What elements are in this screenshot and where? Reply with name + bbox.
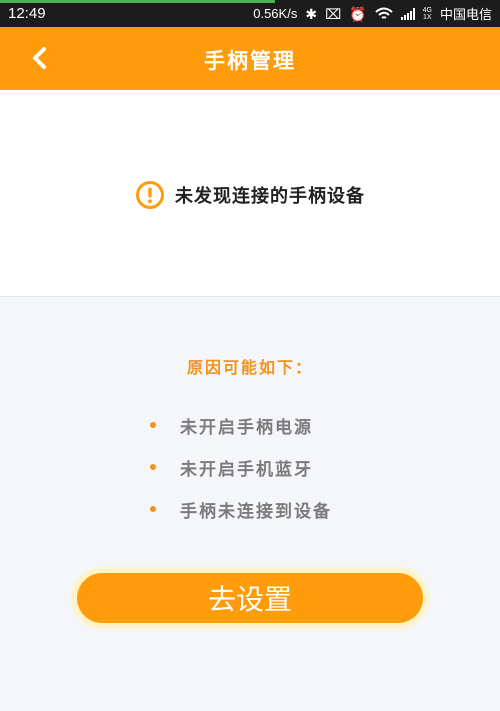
go-settings-button[interactable]: 去设置 [77,573,423,623]
status-time: 12:49 [8,5,46,22]
list-item: 手柄未连接到设备 [150,488,332,530]
network-type: 4G 1X [422,6,432,21]
no-device-text: 未发现连接的手柄设备 [175,186,365,207]
vibrate-icon: ⌧ [325,5,342,22]
reason-text: 未开启手机蓝牙 [180,459,313,480]
reasons-list: 未开启手柄电源 未开启手机蓝牙 手柄未连接到设备 [150,404,332,530]
bullet-dot [150,506,156,512]
reason-text: 未开启手柄电源 [180,417,313,438]
alarm-icon: ⏰ [349,5,367,22]
app-bar: 手柄管理 [0,27,500,90]
wifi-icon [374,7,393,19]
status-bar: 12:49 0.56K/s ✱ ⌧ ⏰ 4G 1X 中国电信 [0,0,500,27]
signal-bars-icon [400,7,415,20]
bullet-dot [150,464,156,470]
loading-progress-bar [0,0,275,3]
warning-circle-icon [136,181,164,209]
network-speed: 0.56K/s [253,6,298,21]
reason-text: 手柄未连接到设备 [180,501,332,522]
bullet-dot [150,422,156,428]
no-device-notice: 未发现连接的手柄设备 [0,90,500,297]
notice-row: 未发现连接的手柄设备 [0,180,500,210]
setup-button-halo: 去设置 [71,567,429,629]
status-indicators: 0.56K/s ✱ ⌧ ⏰ 4G 1X 中国电信 [253,4,492,23]
bluetooth-icon: ✱ [305,5,318,22]
carrier-name: 中国电信 [439,7,492,22]
list-item: 未开启手机蓝牙 [150,446,332,488]
page-title: 手柄管理 [204,48,296,73]
list-item: 未开启手柄电源 [150,404,332,446]
reasons-heading: 原因可能如下： [186,358,313,377]
